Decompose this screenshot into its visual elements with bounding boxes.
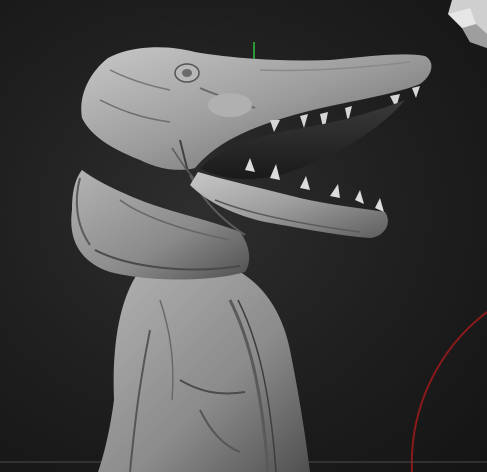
3d-viewport-canvas[interactable] bbox=[0, 0, 487, 472]
sculpt-jacket bbox=[98, 264, 310, 472]
rotation-ring-icon[interactable] bbox=[410, 311, 487, 472]
navigation-cube-icon[interactable] bbox=[448, 0, 487, 48]
viewport-scene[interactable] bbox=[0, 0, 487, 472]
